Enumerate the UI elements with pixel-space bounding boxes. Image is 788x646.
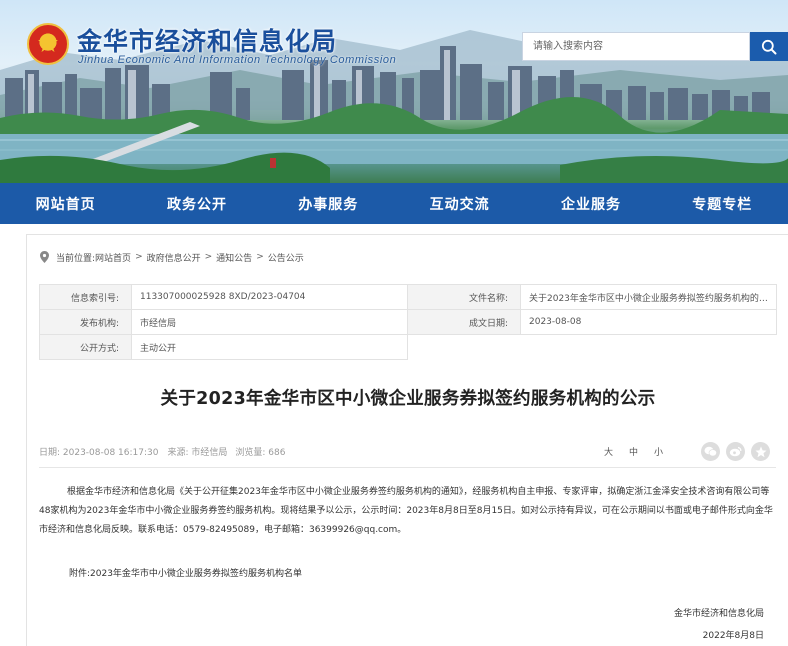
search-input[interactable]: [522, 32, 750, 61]
breadcrumb-separator: >: [204, 252, 213, 262]
article-container: 当前位置: 网站首页 > 政府信息公开 > 通知公告 > 公告公示 信息索引号:…: [26, 234, 788, 646]
divider: [39, 467, 776, 468]
wechat-icon[interactable]: [701, 442, 720, 461]
body-paragraph: 根据金华市经济和信息化局《关于公开征集2023年金华市区中小微企业服务券签约服务…: [39, 487, 773, 535]
filename-label: 文件名称:: [407, 284, 521, 310]
empty-cell: [521, 335, 777, 360]
article-info-bar: 日期: 2023-08-08 16:17:30 来源: 市经信局 浏览量: 68…: [39, 442, 776, 461]
breadcrumb: 当前位置: 网站首页 > 政府信息公开 > 通知公告 > 公告公示: [40, 250, 304, 264]
table-row: 发布机构: 市经信局 成文日期: 2023-08-08: [39, 309, 777, 335]
index-label: 信息索引号:: [39, 284, 132, 310]
nav-item-services[interactable]: 办事服务: [263, 183, 394, 224]
view-count: 浏览量: 686: [235, 447, 286, 458]
sign-date: 2022年8月8日: [702, 631, 764, 641]
table-row: 公开方式: 主动公开: [39, 334, 777, 360]
search-button[interactable]: [750, 32, 788, 61]
search-box: [522, 32, 788, 61]
date-value: 2023-08-08: [520, 309, 777, 335]
font-size-large-button[interactable]: 大: [596, 445, 621, 458]
signer: 金华市经济和信息化局: [673, 609, 764, 619]
publish-date: 日期: 2023-08-08 16:17:30: [39, 447, 159, 458]
weibo-icon[interactable]: [726, 442, 745, 461]
disclosure-mode-label: 公开方式:: [39, 334, 132, 360]
location-pin-icon: [40, 251, 49, 263]
nav-item-topics[interactable]: 专题专栏: [657, 183, 788, 224]
font-size-medium-button[interactable]: 中: [621, 445, 646, 458]
breadcrumb-separator: >: [135, 252, 143, 262]
breadcrumb-separator: >: [256, 252, 264, 262]
publisher-label: 发布机构:: [39, 309, 132, 335]
nav-item-enterprise[interactable]: 企业服务: [525, 183, 656, 224]
breadcrumb-item-notices[interactable]: 通知公告: [216, 251, 252, 264]
search-icon: [761, 39, 777, 54]
table-row: 信息索引号: 113307000025928 8XD/2023-04704 文件…: [39, 284, 777, 310]
font-size-controls: 大 中 小: [596, 442, 671, 460]
date-label: 成文日期:: [407, 309, 521, 335]
header-banner: 金华市经济和信息化局 Jinhua Economic And Informati…: [0, 0, 788, 183]
nav-item-interaction[interactable]: 互动交流: [394, 183, 525, 224]
article-body: 根据金华市经济和信息化局《关于公开征集2023年金华市区中小微企业服务券签约服务…: [39, 483, 776, 540]
publisher-value: 市经信局: [131, 309, 408, 335]
index-value: 113307000025928 8XD/2023-04704: [131, 284, 408, 310]
main-nav: 网站首页 政务公开 办事服务 互动交流 企业服务 专题专栏: [0, 183, 788, 224]
qzone-icon[interactable]: [751, 442, 770, 461]
disclosure-mode-value: 主动公开: [131, 334, 408, 360]
source: 来源: 市经信局: [167, 447, 228, 458]
share-buttons: [701, 442, 770, 461]
breadcrumb-item-gov-info[interactable]: 政府信息公开: [147, 251, 201, 264]
empty-cell: [408, 335, 521, 360]
filename-value: 关于2023年金华市区中小微企业服务券拟签约服务机构的公...: [520, 284, 777, 310]
info-metadata-table: 信息索引号: 113307000025928 8XD/2023-04704 文件…: [39, 284, 777, 360]
national-emblem-icon: [27, 23, 69, 65]
attachment-link[interactable]: 附件:2023年金华市中小微企业服务券拟签约服务机构名单: [69, 566, 302, 579]
font-size-small-button[interactable]: 小: [646, 445, 671, 458]
breadcrumb-item-home[interactable]: 网站首页: [95, 251, 131, 264]
site-title[interactable]: 金华市经济和信息化局: [77, 22, 337, 58]
nav-item-home[interactable]: 网站首页: [0, 183, 131, 224]
nav-item-gov-affairs[interactable]: 政务公开: [131, 183, 262, 224]
article-title: 关于2023年金华市区中小微企业服务券拟签约服务机构的公示: [160, 389, 656, 409]
breadcrumb-prefix: 当前位置:: [56, 253, 96, 264]
breadcrumb-item-announcements[interactable]: 公告公示: [268, 251, 304, 264]
site-subtitle: Jinhua Economic And Information Technolo…: [78, 54, 397, 66]
